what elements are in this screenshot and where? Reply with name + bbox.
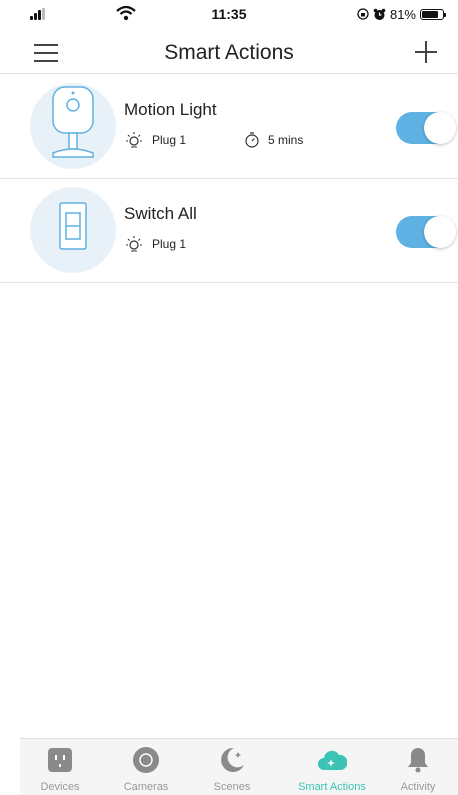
rotation-lock-icon [357, 8, 369, 20]
tab-label: Smart Actions [298, 781, 366, 793]
moon-icon [221, 747, 244, 772]
smart-action-item[interactable]: Switch All Plug 1 [0, 179, 458, 283]
add-icon[interactable] [412, 38, 440, 66]
status-bar: 11:35 81% [0, 0, 458, 30]
bottom-tab-bar: Devices Cameras Scenes Smart Actions Act… [20, 738, 458, 795]
device-label: Plug 1 [152, 237, 187, 251]
action-name: Motion Light [124, 100, 217, 119]
status-right-group: 81% [357, 6, 446, 22]
action-device: Plug 1 [124, 131, 186, 149]
enable-toggle[interactable] [396, 112, 456, 144]
tab-label: Cameras [123, 781, 169, 793]
cloud-sparkle-icon [318, 750, 347, 770]
smart-action-list: Motion Light Plug 1 5 mins Switch All Pl… [0, 75, 458, 283]
battery-icon [420, 8, 446, 20]
page-title: Smart Actions [164, 41, 294, 64]
tab-activity[interactable]: Activity [378, 739, 458, 795]
plug-icon [48, 748, 72, 772]
tab-devices[interactable]: Devices [20, 739, 100, 795]
battery-fill [422, 10, 439, 18]
alarm-icon [373, 8, 386, 20]
smart-action-item[interactable]: Motion Light Plug 1 5 mins [0, 75, 458, 179]
tab-label: Activity [400, 781, 436, 793]
toggle-knob [424, 216, 456, 248]
tab-scenes[interactable]: Scenes [192, 739, 272, 795]
light-switch-icon [30, 187, 116, 273]
timer-icon [245, 132, 259, 148]
enable-toggle[interactable] [396, 216, 456, 248]
action-device: Plug 1 [124, 235, 186, 253]
phone-screen: 11:35 81% Smart Actions Motion Light Plu… [0, 0, 458, 795]
camera-lens-icon [133, 747, 159, 773]
duration-label: 5 mins [268, 133, 304, 147]
tab-cameras[interactable]: Cameras [106, 739, 186, 795]
app-header: Smart Actions [0, 30, 458, 74]
camera-icon [30, 83, 116, 169]
toggle-knob [424, 112, 456, 144]
bulb-icon [126, 132, 142, 148]
action-name: Switch All [124, 204, 197, 223]
bell-icon [408, 748, 428, 773]
tab-label: Devices [40, 781, 80, 793]
action-duration: 5 mins [244, 131, 303, 149]
bulb-icon [126, 236, 142, 252]
tab-label: Scenes [213, 781, 251, 793]
tab-smart-actions[interactable]: Smart Actions [286, 739, 378, 795]
battery-percent: 81% [389, 6, 416, 22]
device-label: Plug 1 [152, 133, 187, 147]
